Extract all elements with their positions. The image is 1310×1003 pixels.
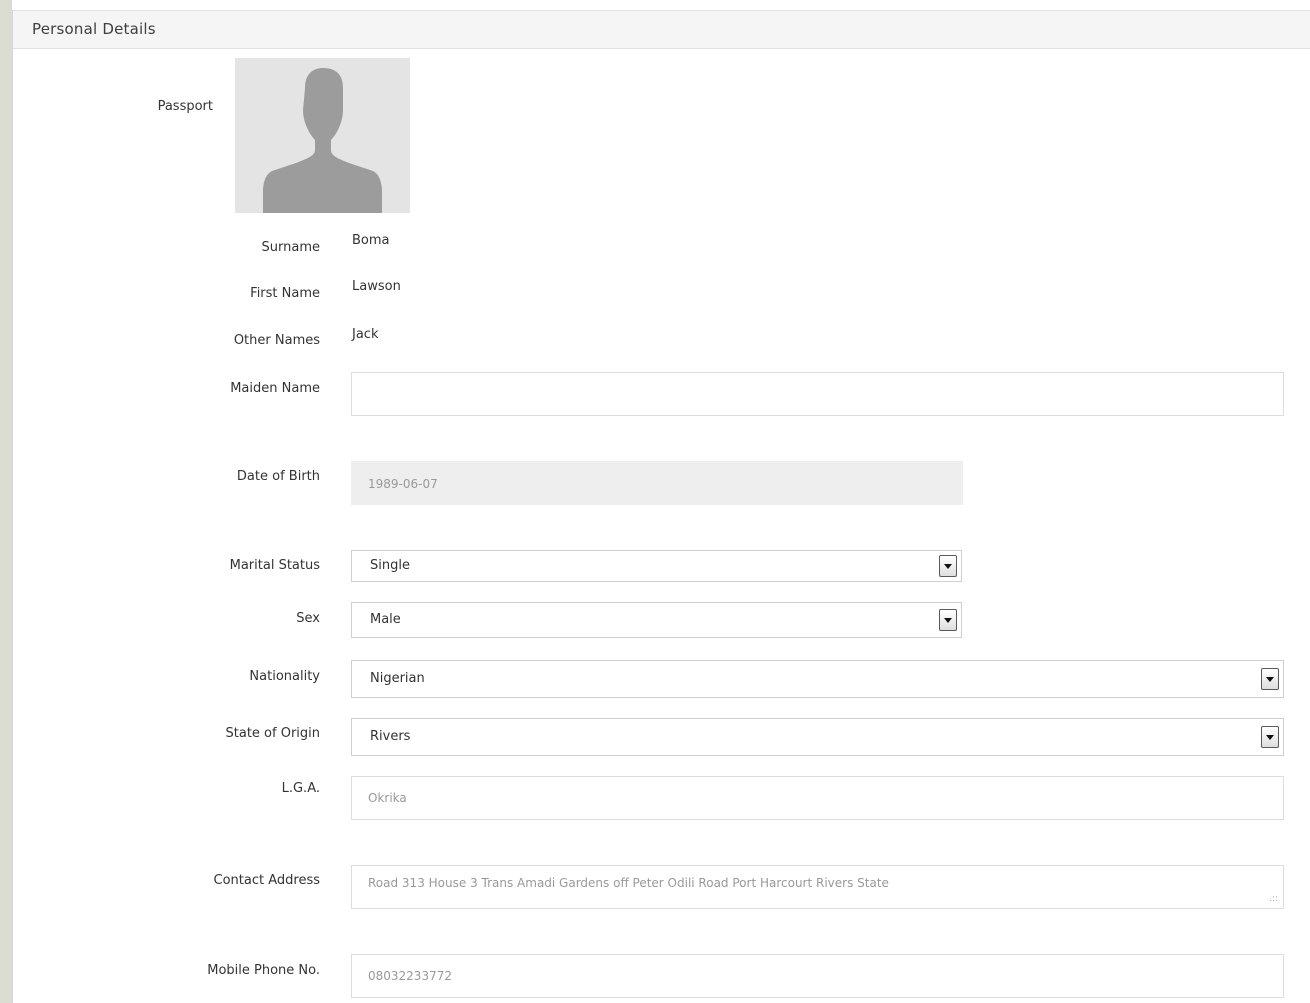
mobile-phone-label: Mobile Phone No. [207,963,320,978]
maiden-name-label: Maiden Name [230,381,320,396]
chevron-down-icon[interactable] [939,609,957,631]
chevron-down-icon[interactable] [939,555,957,577]
nationality-select[interactable]: Nigerian [351,660,1284,698]
surname-label: Surname [261,240,320,255]
state-of-origin-label: State of Origin [225,726,321,741]
maiden-name-input[interactable] [351,372,1284,416]
contact-address-value: Road 313 House 3 Trans Amadi Gardens off… [368,876,889,890]
state-of-origin-value: Rivers [370,729,411,744]
sex-value: Male [370,612,401,627]
panel-title: Personal Details [32,20,156,38]
left-border [0,0,12,1003]
first-name-value: Lawson [352,279,401,294]
date-of-birth-label: Date of Birth [236,469,320,484]
sex-select[interactable]: Male [351,602,962,638]
other-names-value: Jack [352,327,379,342]
nationality-value: Nigerian [370,671,425,686]
contact-address-textarea[interactable]: Road 313 House 3 Trans Amadi Gardens off… [351,865,1284,909]
lga-input[interactable]: Okrika [351,776,1284,820]
chevron-down-icon[interactable] [1261,668,1279,690]
state-of-origin-select[interactable]: Rivers [351,718,1284,756]
sex-label: Sex [296,611,320,626]
user-silhouette-icon [263,68,382,213]
lga-label: L.G.A. [281,781,320,796]
marital-status-label: Marital Status [229,558,320,573]
nationality-label: Nationality [249,669,320,684]
passport-label: Passport [157,99,213,114]
mobile-phone-input[interactable]: 08032233772 [351,954,1284,998]
chevron-down-icon[interactable] [1261,726,1279,748]
panel-heading: Personal Details [13,11,1310,49]
resize-handle-icon[interactable]: .:: [1269,895,1278,904]
other-names-label: Other Names [233,333,320,348]
contact-address-label: Contact Address [213,873,320,888]
passport-photo[interactable] [235,58,410,213]
date-of-birth-input[interactable]: 1989-06-07 [351,461,963,505]
first-name-label: First Name [250,286,320,301]
personal-details-panel: Personal Details [12,10,1310,1003]
marital-status-select[interactable]: Single [351,550,962,582]
surname-value: Boma [352,233,390,248]
page: Personal Details Passport Surname Boma F… [0,0,1310,1003]
marital-status-value: Single [370,558,410,573]
